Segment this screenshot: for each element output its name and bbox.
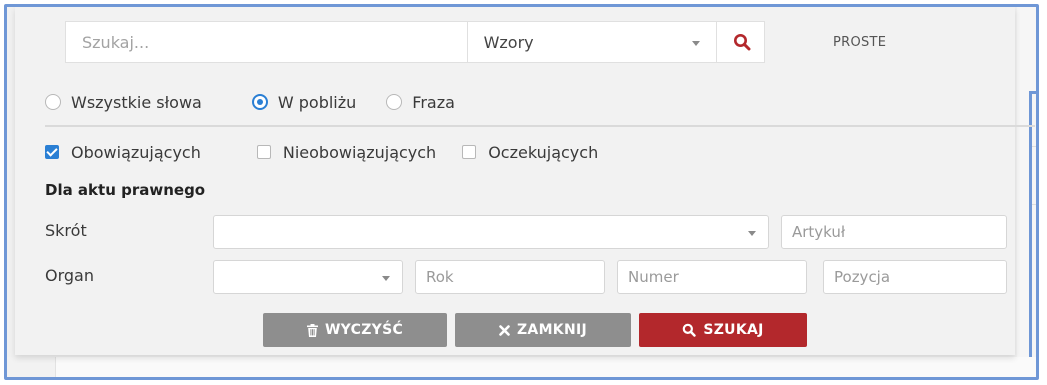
search-bar: Wzory xyxy=(65,21,765,63)
chevron-down-icon xyxy=(382,276,390,281)
abbreviation-label: Skrót xyxy=(45,221,87,240)
number-input[interactable] xyxy=(617,260,807,294)
background-page-card xyxy=(1029,91,1036,377)
filter-not-in-force[interactable]: Nieobowiązujących xyxy=(256,142,437,162)
match-mode-label: Wszystkie słowa xyxy=(71,92,202,112)
background-divider xyxy=(1032,204,1036,205)
match-mode-nearby[interactable]: W pobliżu xyxy=(251,92,357,112)
search-icon xyxy=(682,323,697,337)
document-type-value: Wzory xyxy=(483,32,534,52)
position-input[interactable] xyxy=(823,260,1007,294)
match-mode-group: Wszystkie słowa W pobliżu Fraza xyxy=(45,87,455,117)
background-obscured-text xyxy=(167,379,647,380)
search-button[interactable]: SZUKAJ xyxy=(639,313,807,347)
search-icon xyxy=(733,33,751,51)
section-divider xyxy=(45,125,1035,127)
status-filter-group: Obowiązujących Nieobowiązujących Oczekuj… xyxy=(45,137,598,167)
background-page-content xyxy=(7,357,1036,380)
checkbox-in-force[interactable] xyxy=(45,145,59,159)
advanced-search-panel: Wzory PROSTE Wszystkie słowa W pob xyxy=(15,7,1035,355)
chevron-down-icon xyxy=(748,231,756,236)
search-input[interactable] xyxy=(65,21,467,63)
filter-in-force[interactable]: Obowiązujących xyxy=(45,143,201,162)
radio-nearby[interactable] xyxy=(251,94,268,110)
simple-search-link[interactable]: PROSTE xyxy=(833,35,886,50)
match-mode-label: W pobliżu xyxy=(277,92,357,112)
search-icon-button[interactable] xyxy=(716,21,765,63)
chevron-down-icon xyxy=(691,41,700,46)
filter-label: Nieobowiązujących xyxy=(282,142,437,162)
legal-act-section-title: Dla aktu prawnego xyxy=(45,181,206,199)
filter-pending[interactable]: Oczekujących xyxy=(462,143,598,162)
clear-button-label: WYCZYŚĆ xyxy=(324,322,404,338)
background-list-area xyxy=(55,357,1036,377)
x-icon xyxy=(499,324,510,336)
abbreviation-select[interactable] xyxy=(213,215,769,249)
filter-label: Obowiązujących xyxy=(71,142,201,162)
radio-phrase[interactable] xyxy=(386,94,403,110)
match-mode-all-words[interactable]: Wszystkie słowa xyxy=(45,93,202,112)
organ-select[interactable] xyxy=(213,260,403,294)
checkbox-pending[interactable] xyxy=(462,145,477,159)
background-divider xyxy=(1032,146,1036,147)
search-button-label: SZUKAJ xyxy=(703,322,764,338)
clear-button[interactable]: WYCZYŚĆ xyxy=(263,313,447,347)
document-type-select[interactable]: Wzory xyxy=(466,21,717,63)
screenshot-frame: Wzory PROSTE Wszystkie słowa W pob xyxy=(4,4,1039,380)
organ-label: Organ xyxy=(45,266,94,285)
close-button-label: ZAMKNIJ xyxy=(516,322,587,338)
trash-icon xyxy=(306,323,318,337)
filter-label: Oczekujących xyxy=(488,142,599,162)
checkbox-not-in-force[interactable] xyxy=(256,145,271,159)
close-button[interactable]: ZAMKNIJ xyxy=(455,313,631,347)
match-mode-phrase[interactable]: Fraza xyxy=(386,93,455,112)
radio-all-words[interactable] xyxy=(45,94,61,110)
year-input[interactable] xyxy=(415,260,605,294)
match-mode-label: Fraza xyxy=(412,92,455,112)
article-input[interactable] xyxy=(781,215,1007,249)
